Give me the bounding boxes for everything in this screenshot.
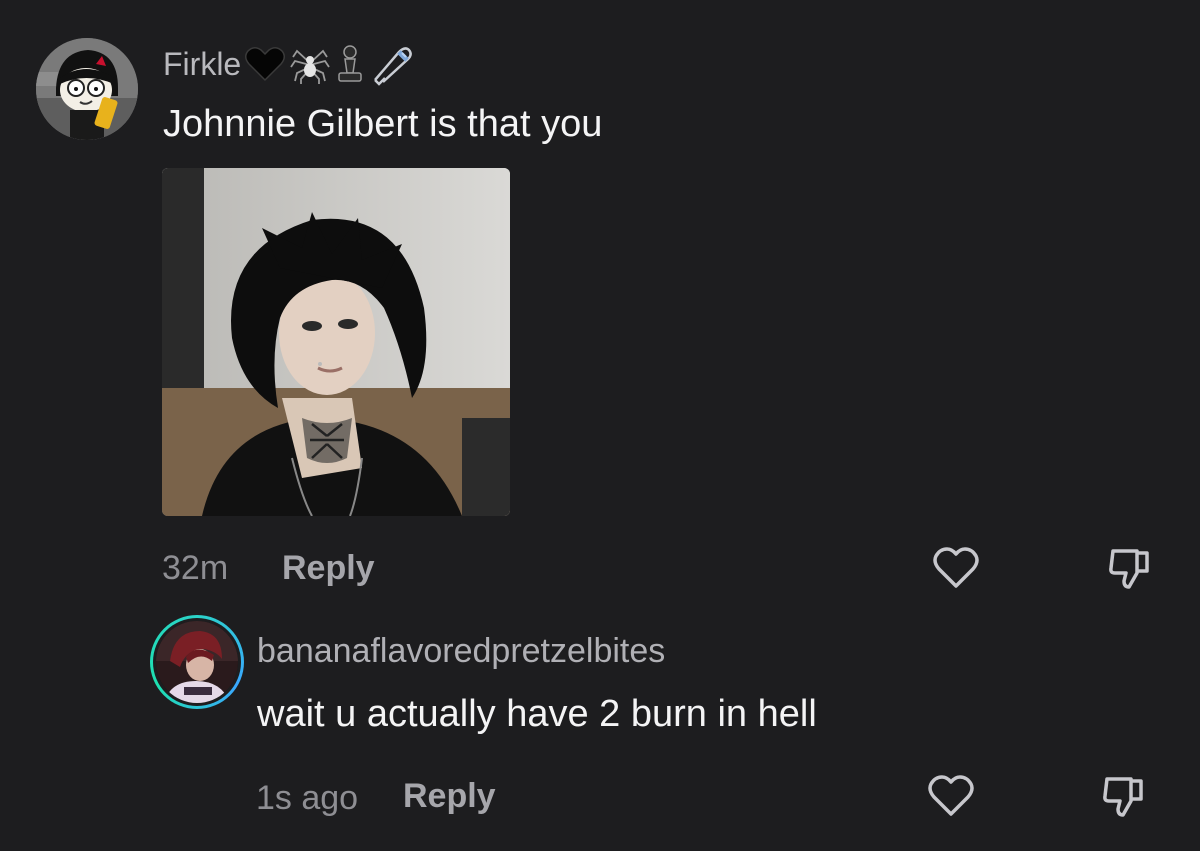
comment-attached-photo[interactable] [162, 168, 510, 516]
comment-text: Johnnie Gilbert is that you [163, 103, 603, 145]
chess-pawn-icon [333, 43, 367, 85]
spider-icon [289, 43, 331, 85]
reply-reply-button[interactable]: Reply [403, 776, 496, 816]
comment-timestamp: 32m [162, 549, 229, 587]
reply-avatar[interactable] [156, 621, 238, 703]
reply-avatar-image [156, 621, 238, 703]
reply-like-button[interactable] [925, 770, 977, 822]
dislike-button[interactable] [1104, 542, 1156, 594]
comment-thread: Firkle Johnnie Gilbert is that you 32m R… [0, 0, 1200, 851]
heart-outline-icon [933, 547, 979, 588]
username-label[interactable]: Firkle [163, 44, 241, 84]
reply-username[interactable]: bananaflavoredpretzelbites [257, 631, 665, 671]
comment-username[interactable]: Firkle [163, 42, 413, 86]
avatar-cartoon-image [36, 38, 138, 140]
reply-dislike-button[interactable] [1098, 770, 1150, 822]
thumbs-down-icon [1103, 777, 1143, 817]
thumbs-down-icon [1109, 549, 1149, 589]
reply-button[interactable]: Reply [282, 548, 375, 588]
heart-outline-icon [928, 775, 974, 816]
attached-photo-image [162, 168, 510, 516]
username-badges [243, 42, 413, 86]
like-button[interactable] [930, 542, 982, 594]
reply-timestamp: 1s ago [256, 779, 359, 817]
black-heart-icon [243, 44, 287, 84]
reply-avatar-ring[interactable] [150, 615, 244, 709]
reply-text: wait u actually have 2 burn in hell [257, 693, 817, 735]
safety-pin-icon [369, 42, 413, 86]
avatar[interactable] [36, 38, 138, 140]
